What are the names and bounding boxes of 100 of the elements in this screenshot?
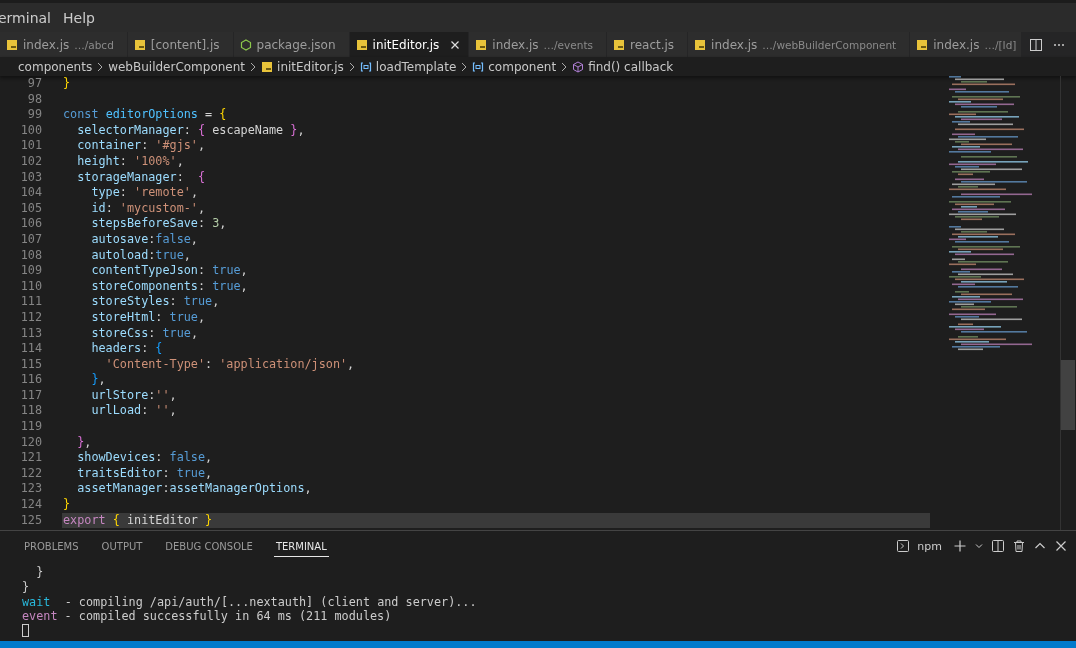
breadcrumb-item[interactable]: component: [488, 59, 557, 74]
js-file-icon: [475, 38, 488, 51]
code-line: storeHtml: true,: [90, 309, 206, 326]
code-line: export { initEditor }: [63, 512, 213, 529]
line-number: 112: [19, 309, 42, 326]
close-icon[interactable]: [450, 39, 461, 50]
editor-tab[interactable]: [content].js: [127, 32, 234, 57]
plus-icon[interactable]: [953, 539, 967, 553]
code-line: autosave:false,: [90, 231, 198, 248]
chevron-icon: [96, 61, 105, 72]
editor-tab[interactable]: index.js …/abcd: [0, 32, 128, 57]
code-line: selectorManager: { escapeName },: [76, 122, 305, 139]
code-line: traitsEditor: true,: [76, 465, 213, 482]
terminal-line: }: [35, 565, 44, 580]
line-number: 115: [19, 356, 42, 373]
chevron-icon: [460, 61, 469, 72]
code-line: storageManager: {: [76, 169, 206, 186]
code-line: },: [76, 434, 92, 451]
code-line: id: 'mycustom-',: [90, 200, 206, 217]
js-file-icon: [613, 38, 625, 51]
breadcrumb-item[interactable]: find() callback: [588, 59, 674, 74]
line-number: 99: [26, 107, 42, 123]
cube-icon: [572, 60, 585, 73]
terminal-line: }: [22, 579, 30, 595]
variable-icon: [472, 60, 485, 73]
line-number: 111: [19, 294, 42, 310]
panel-tab[interactable]: TERMINAL: [273, 535, 329, 557]
breadcrumb-item[interactable]: loadTemplate: [375, 59, 457, 74]
chevron-icon: [347, 61, 356, 72]
terminal-cursor: [22, 624, 29, 638]
breadcrumb-item[interactable]: initEditor.js: [277, 59, 344, 74]
code-line: urlLoad: '',: [90, 403, 177, 420]
terminal-line: wait - compiling /api/auth/[...nextauth] (client and server)...: [22, 594, 477, 610]
line-number: 118: [19, 403, 42, 420]
line-number: 116: [19, 372, 42, 388]
chevron-icon: [560, 61, 569, 72]
line-number: 105: [19, 200, 42, 217]
code-line: storeCss: true,: [90, 325, 198, 342]
chevron-icon: [249, 61, 258, 72]
line-number: 122: [19, 465, 42, 482]
panel-tab[interactable]: PROBLEMS: [22, 535, 81, 557]
close-icon[interactable]: [1054, 539, 1068, 553]
js-file-icon: [6, 38, 18, 51]
code-line: 'Content-Type': 'application/json',: [104, 356, 355, 373]
line-number: 123: [19, 481, 42, 498]
hexagon-icon: [239, 38, 252, 51]
line-number: 125: [19, 512, 42, 529]
line-number: 101: [19, 138, 42, 154]
js-file-icon: [355, 38, 368, 51]
panel-tab[interactable]: DEBUG CONSOLE: [163, 535, 255, 557]
js-file-icon: [916, 38, 929, 51]
line-number: 120: [19, 434, 42, 451]
terminal-icon: [896, 539, 911, 553]
line-number: 114: [19, 341, 42, 357]
code-line: urlStore:'',: [90, 387, 177, 404]
code-line: assetManager:assetManagerOptions,: [76, 481, 312, 498]
line-number: 100: [19, 122, 42, 139]
js-file-icon: [133, 38, 146, 51]
breadcrumb-item[interactable]: components: [18, 59, 93, 74]
editor-tab[interactable]: react.js: [607, 32, 689, 57]
line-number: 109: [19, 263, 42, 279]
line-number: 98: [26, 91, 42, 108]
editor-tab[interactable]: index.js …/events: [469, 32, 607, 57]
line-number: 110: [19, 278, 42, 295]
editor-tab[interactable]: package.json: [233, 32, 350, 57]
breadcrumb-item[interactable]: webBuilderComponent: [108, 59, 246, 74]
line-number: 103: [19, 169, 42, 186]
code-line: contentTypeJson: true,: [90, 263, 248, 279]
line-number: 104: [19, 185, 42, 201]
code-line: storeStyles: true,: [90, 294, 220, 310]
line-number: 117: [19, 387, 42, 404]
terminal-name[interactable]: npm: [917, 539, 942, 553]
code-line: },: [90, 372, 106, 388]
js-file-icon: [261, 60, 274, 73]
code-line: height: '100%',: [76, 153, 184, 170]
trash-icon[interactable]: [1012, 539, 1026, 553]
code-line: }: [63, 76, 71, 92]
split-terminal-icon[interactable]: [991, 539, 1005, 553]
line-number: 107: [19, 231, 42, 248]
line-number: 124: [19, 497, 42, 513]
split-editor-icon[interactable]: [1029, 37, 1043, 52]
editor-tab[interactable]: index.js …/webBuilderComponent: [688, 32, 911, 57]
menu-item[interactable]: Help: [63, 9, 95, 26]
panel-tab[interactable]: OUTPUT: [99, 535, 145, 557]
code-line: }: [63, 497, 71, 513]
line-number: 108: [19, 247, 42, 264]
scrollbar-thumb[interactable]: [1061, 360, 1075, 430]
editor-tab[interactable]: index.js …/[Id]: [910, 32, 1021, 57]
code-line: showDevices: false,: [76, 450, 213, 466]
line-number: 102: [19, 153, 42, 170]
line-number: 119: [19, 419, 42, 435]
code-line: stepsBeforeSave: 3,: [90, 216, 227, 232]
code-line: const editorOptions = {: [63, 107, 227, 123]
code-line: container: '#gjs',: [76, 138, 206, 154]
chevron-down-icon[interactable]: [974, 541, 984, 551]
variable-icon: [359, 60, 372, 73]
js-file-icon: [694, 38, 707, 51]
editor-tab[interactable]: initEditor.js: [349, 32, 470, 57]
line-number: 97: [26, 76, 42, 92]
code-line: type: 'remote',: [90, 185, 198, 201]
